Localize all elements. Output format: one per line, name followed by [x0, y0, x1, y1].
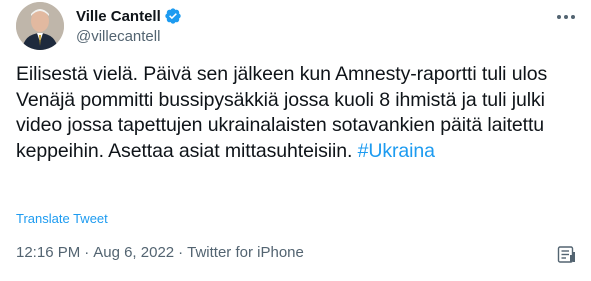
tweet-date[interactable]: Aug 6, 2022 — [93, 244, 174, 261]
tweet-text: Eilisestä vielä. Päivä sen jälkeen kun A… — [16, 62, 576, 164]
author-handle[interactable]: @villecantell — [76, 28, 182, 45]
name-row: Ville Cantell — [76, 6, 182, 26]
analytics-icon[interactable] — [557, 244, 577, 264]
avatar[interactable] — [16, 2, 64, 50]
meta-separator: · — [84, 244, 90, 261]
meta-separator: · — [178, 244, 184, 261]
translate-tweet-link[interactable]: Translate Tweet — [16, 211, 108, 226]
author-display-name[interactable]: Ville Cantell — [76, 8, 161, 25]
tweet-time[interactable]: 12:16 PM — [16, 244, 80, 261]
tweet-body: Eilisestä vielä. Päivä sen jälkeen kun A… — [16, 63, 548, 162]
author-block: Ville Cantell @villecantell — [76, 6, 182, 45]
tweet-meta: 12:16 PM · Aug 6, 2022 · Twitter for iPh… — [16, 244, 304, 261]
tweet: Ville Cantell @villecantell Eilisestä vi… — [0, 0, 591, 281]
tweet-source[interactable]: Twitter for iPhone — [187, 244, 304, 261]
hashtag-link[interactable]: #Ukraina — [358, 140, 435, 162]
more-options-icon[interactable] — [555, 8, 577, 26]
verified-badge-icon — [164, 7, 182, 25]
